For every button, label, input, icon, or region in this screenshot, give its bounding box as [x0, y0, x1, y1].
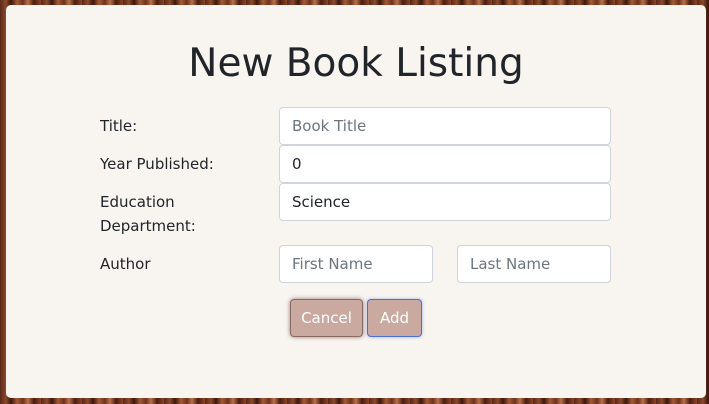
year-published-label: Year Published:	[100, 155, 214, 173]
book-form-card: New Book Listing Title: Year Published: …	[6, 5, 706, 398]
education-department-label: Education Department:	[100, 190, 196, 238]
education-department-label-line2: Department:	[100, 217, 196, 235]
author-label: Author	[100, 255, 151, 273]
author-first-name-input[interactable]	[279, 245, 433, 283]
year-published-input[interactable]	[279, 145, 611, 183]
add-button[interactable]: Add	[367, 299, 422, 337]
cancel-button[interactable]: Cancel	[290, 299, 363, 337]
title-label: Title:	[100, 117, 138, 135]
author-last-name-input[interactable]	[457, 245, 611, 283]
book-title-input[interactable]	[279, 107, 611, 145]
education-department-input[interactable]	[279, 183, 611, 221]
page-title: New Book Listing	[188, 41, 524, 86]
education-department-label-line1: Education	[100, 193, 175, 211]
